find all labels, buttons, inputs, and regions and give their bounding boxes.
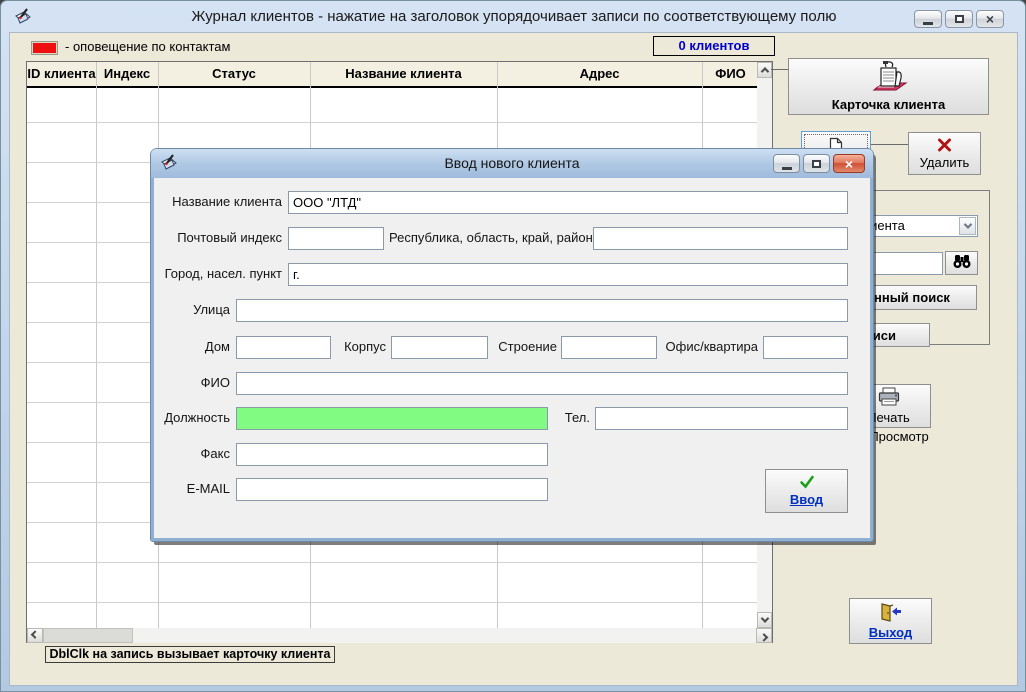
maximize-button[interactable] [945, 10, 973, 28]
main-window: Журнал клиентов - нажатие на заголовок у… [0, 0, 1026, 692]
chevron-left-icon [31, 630, 39, 638]
field-label-fio: ФИО [154, 375, 230, 390]
house-input[interactable] [236, 336, 331, 359]
dialog-close-button[interactable]: × [833, 154, 865, 173]
bevel-line [871, 144, 908, 145]
structure-input[interactable] [561, 336, 657, 359]
horizontal-scrollbar[interactable] [27, 628, 772, 643]
new-client-dialog: Ввод нового клиента × Название клиента П… [151, 149, 873, 541]
column-header-fio[interactable]: ФИО [702, 62, 759, 86]
chevron-right-icon [760, 633, 768, 641]
dblclick-hint-label: DblClk на запись вызывает карточку клиен… [45, 646, 335, 663]
bevel-line [771, 69, 788, 70]
horizontal-scroll-thumb[interactable] [43, 628, 133, 643]
dialog-title: Ввод нового клиента [151, 155, 873, 171]
field-label-building: Корпус [331, 339, 386, 354]
dialog-minimize-button[interactable] [773, 154, 800, 173]
close-button[interactable]: × [976, 10, 1004, 28]
field-label-postal-index: Почтовый индекс [154, 230, 282, 245]
checkmark-icon [799, 475, 815, 492]
email-input[interactable] [236, 478, 548, 501]
dialog-titlebar[interactable]: Ввод нового клиента × [151, 149, 873, 178]
field-label-house: Дом [154, 339, 230, 354]
table-header-row: ID клиента Индекс Статус Название клиент… [27, 62, 772, 88]
field-label-fax: Факс [154, 446, 230, 461]
exit-button[interactable]: Выход [849, 598, 932, 644]
scroll-left-button[interactable] [27, 628, 43, 643]
column-header-name[interactable]: Название клиента [310, 62, 497, 86]
region-input[interactable] [593, 227, 848, 250]
scroll-down-button[interactable] [757, 612, 772, 628]
field-label-region: Республика, область, край, район [389, 230, 589, 245]
phone-input[interactable] [595, 407, 848, 430]
submit-button[interactable]: Ввод [765, 469, 848, 513]
delete-x-icon [937, 138, 952, 155]
find-button[interactable] [945, 251, 978, 275]
city-input[interactable] [288, 263, 848, 286]
scroll-up-button[interactable] [757, 62, 772, 78]
column-header-status[interactable]: Статус [158, 62, 310, 86]
maximize-icon [955, 15, 964, 23]
printer-icon [877, 387, 901, 410]
alert-color-swatch [31, 41, 58, 55]
client-name-input[interactable] [288, 191, 848, 214]
minimize-icon [923, 22, 933, 25]
field-label-city: Город, насел. пункт [154, 266, 282, 281]
maximize-icon [812, 160, 821, 168]
chevron-up-icon [760, 67, 768, 75]
column-separator [96, 62, 97, 628]
minimize-button[interactable] [914, 10, 942, 28]
office-input[interactable] [763, 336, 848, 359]
chevron-down-icon [760, 614, 768, 622]
scroll-right-button[interactable] [756, 628, 772, 643]
postal-index-input[interactable] [288, 227, 384, 250]
window-title: Журнал клиентов - нажатие на заголовок у… [1, 8, 1026, 25]
building-input[interactable] [391, 336, 488, 359]
delete-label: Удалить [920, 155, 970, 170]
binoculars-icon [952, 254, 972, 272]
close-icon: × [845, 157, 853, 171]
street-input[interactable] [236, 299, 848, 322]
print-label: Печать [867, 410, 910, 425]
field-label-email: E-MAIL [154, 481, 230, 496]
field-label-position: Должность [154, 410, 230, 425]
client-count-badge: 0 клиентов [653, 36, 775, 56]
fax-input[interactable] [236, 443, 548, 466]
minimize-icon [782, 167, 792, 170]
chevron-down-icon [963, 220, 971, 228]
position-input[interactable] [236, 407, 548, 430]
field-label-street: Улица [154, 302, 230, 317]
exit-label: Выход [869, 625, 912, 640]
client-card-icon [868, 60, 910, 97]
alert-legend-label: - оповещение по контактам [65, 39, 230, 54]
column-header-index[interactable]: Индекс [96, 62, 158, 86]
submit-label: Ввод [790, 492, 823, 507]
client-card-button[interactable]: Карточка клиента [788, 58, 989, 115]
combo-dropdown-button[interactable] [959, 217, 976, 235]
main-titlebar: Журнал клиентов - нажатие на заголовок у… [1, 1, 1026, 32]
field-label-client-name: Название клиента [154, 194, 282, 209]
dialog-maximize-button[interactable] [803, 154, 830, 173]
delete-button[interactable]: Удалить [908, 132, 981, 175]
client-card-label: Карточка клиента [832, 97, 945, 112]
column-header-address[interactable]: Адрес [497, 62, 702, 86]
exit-door-icon [879, 602, 903, 625]
field-label-structure: Строение [488, 339, 557, 354]
field-label-office: Офис/квартира [658, 339, 758, 354]
close-icon: × [986, 12, 994, 26]
field-label-phone: Тел. [548, 410, 590, 425]
column-header-id[interactable]: ID клиента [27, 62, 96, 86]
fio-input[interactable] [236, 372, 848, 395]
